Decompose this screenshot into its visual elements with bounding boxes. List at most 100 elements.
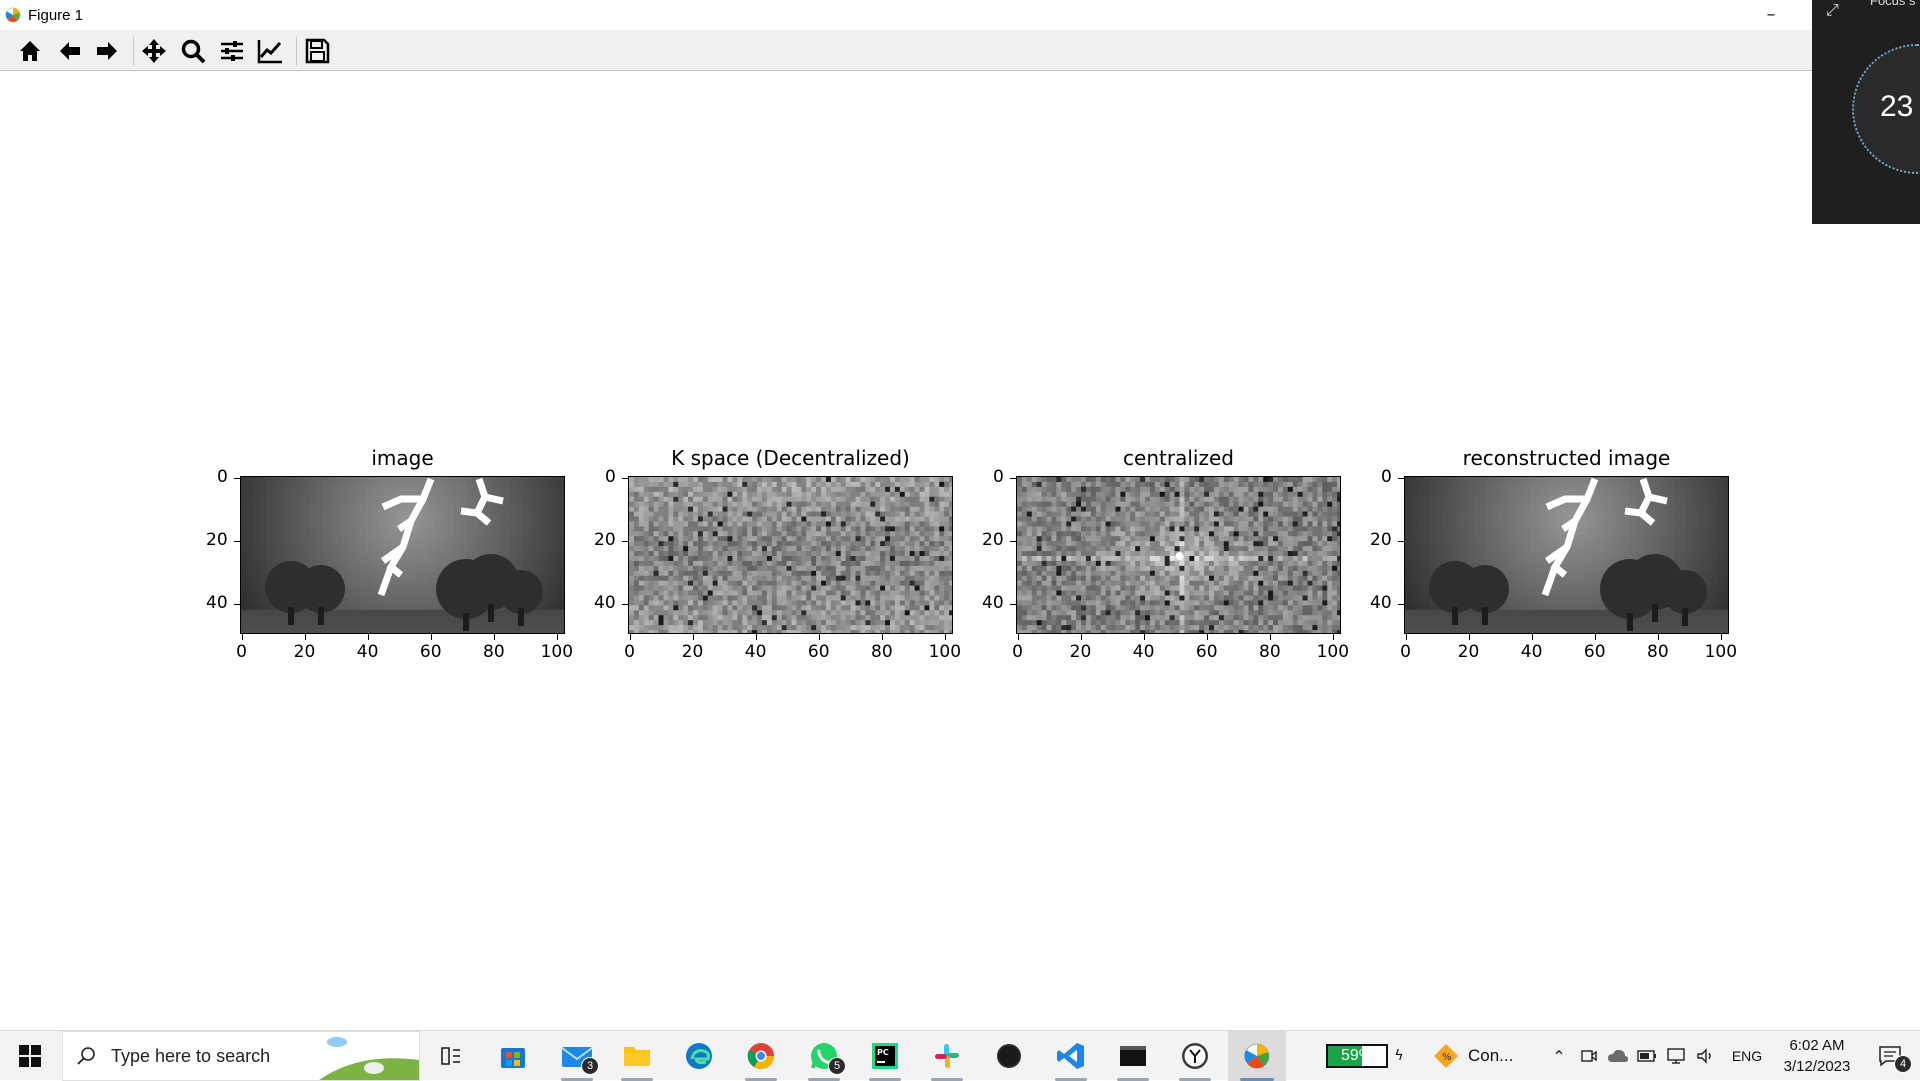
- terminal-button[interactable]: [1112, 1031, 1154, 1081]
- connection-label: Con...: [1468, 1046, 1513, 1066]
- whatsapp-button[interactable]: 5: [802, 1031, 846, 1081]
- y-tick-mark: [234, 478, 240, 479]
- battery-outline: 59%: [1326, 1044, 1388, 1068]
- figure-canvas[interactable]: image02040020406080100K space (Decentral…: [0, 72, 1812, 1030]
- slack-icon: [933, 1042, 961, 1070]
- x-tick-label: 20: [1070, 642, 1092, 662]
- show-hidden-icons-button[interactable]: ⌃: [1548, 1031, 1570, 1081]
- windows-logo-icon: [19, 1045, 41, 1067]
- x-tick-mark: [756, 634, 757, 640]
- x-tick-mark: [1532, 634, 1533, 640]
- terminal-icon: [1118, 1043, 1148, 1069]
- pycharm-button[interactable]: PC: [865, 1031, 905, 1081]
- microsoft-store-button[interactable]: [493, 1031, 533, 1081]
- x-tick-label: 0: [1400, 642, 1411, 662]
- navigation-toolbar: [0, 30, 1812, 71]
- save-button[interactable]: [300, 34, 334, 68]
- edge-browser-button[interactable]: [679, 1031, 719, 1081]
- battery-tray-icon[interactable]: [1636, 1031, 1658, 1081]
- expand-icon[interactable]: ⤢: [1826, 0, 1839, 20]
- x-tick-mark: [1721, 634, 1722, 640]
- y-tick-mark: [1398, 541, 1404, 542]
- charging-icon: ϟ: [1392, 1031, 1406, 1081]
- clock-datetime[interactable]: 6:02 AM 3/12/2023: [1772, 1031, 1862, 1081]
- x-tick-mark: [1270, 634, 1271, 640]
- matplotlib-figure-button[interactable]: [1228, 1031, 1286, 1081]
- chevron-up-icon: ⌃: [1552, 1047, 1565, 1066]
- cloud-icon: [1607, 1048, 1629, 1064]
- x-tick-label: 100: [1705, 642, 1737, 662]
- forward-button[interactable]: [90, 34, 124, 68]
- y-tick-label: 40: [594, 593, 616, 613]
- notification-center-button[interactable]: 4: [1866, 1031, 1914, 1081]
- connection-status[interactable]: % Con...: [1432, 1031, 1528, 1081]
- y-tick-mark: [622, 478, 628, 479]
- subplot-image: [629, 477, 953, 634]
- x-tick-mark: [630, 634, 631, 640]
- language-indicator[interactable]: ENG: [1726, 1031, 1768, 1081]
- x-tick-label: 60: [420, 642, 442, 662]
- task-view-button[interactable]: [433, 1031, 469, 1081]
- volume-icon[interactable]: [1694, 1031, 1718, 1081]
- slack-button[interactable]: [927, 1031, 967, 1081]
- minimize-button[interactable]: –: [1758, 2, 1784, 26]
- chrome-browser-button[interactable]: [740, 1031, 782, 1081]
- subplot-axes[interactable]: [1016, 476, 1341, 634]
- home-button[interactable]: [13, 34, 47, 68]
- battery-meter[interactable]: 59%: [1324, 1031, 1390, 1081]
- subplot-axes[interactable]: [628, 476, 953, 634]
- y-tick-label: 20: [1370, 530, 1392, 550]
- search-icon: [75, 1045, 97, 1067]
- pan-button[interactable]: [137, 34, 171, 68]
- subplot-axes[interactable]: [1404, 476, 1729, 634]
- x-tick-mark: [1333, 634, 1334, 640]
- y-tick-mark: [234, 604, 240, 605]
- zoom-magnifier-icon: [179, 37, 207, 65]
- x-tick-mark: [945, 634, 946, 640]
- x-tick-mark: [1144, 634, 1145, 640]
- x-tick-mark: [494, 634, 495, 640]
- file-explorer-button[interactable]: [617, 1031, 657, 1081]
- x-tick-label: 80: [871, 642, 893, 662]
- x-tick-label: 100: [929, 642, 961, 662]
- camera-icon: [1580, 1047, 1598, 1065]
- window-titlebar: Figure 1 –: [0, 0, 1812, 30]
- monitor-network-icon: [1666, 1047, 1686, 1065]
- y-tick-mark: [1398, 478, 1404, 479]
- edit-axis-button[interactable]: [253, 34, 287, 68]
- window-title: Figure 1: [28, 7, 83, 24]
- x-tick-mark: [1081, 634, 1082, 640]
- focus-title: Focus s: [1870, 0, 1916, 8]
- x-tick-label: 20: [682, 642, 704, 662]
- y-tick-label: 40: [206, 593, 228, 613]
- y-tick-label: 0: [993, 467, 1004, 487]
- x-tick-mark: [882, 634, 883, 640]
- onedrive-icon[interactable]: [1606, 1031, 1630, 1081]
- clock-app-button[interactable]: [1174, 1031, 1216, 1081]
- meet-now-icon[interactable]: [1578, 1031, 1600, 1081]
- taskbar-search-box[interactable]: Type here to search: [62, 1031, 420, 1081]
- toolbar-separator: [296, 36, 297, 66]
- network-icon[interactable]: [1664, 1031, 1688, 1081]
- back-arrow-icon: [56, 37, 84, 65]
- clock-icon: [1180, 1041, 1210, 1071]
- y-tick-label: 40: [1370, 593, 1392, 613]
- subplot-title: image: [240, 446, 565, 470]
- back-button[interactable]: [53, 34, 87, 68]
- x-tick-label: 40: [1521, 642, 1543, 662]
- x-tick-mark: [1595, 634, 1596, 640]
- subplot-axes[interactable]: [240, 476, 565, 634]
- focus-session-widget[interactable]: ⤢ Focus s 23 m: [1812, 0, 1920, 224]
- configure-subplots-button[interactable]: [215, 34, 249, 68]
- mail-button[interactable]: 3: [555, 1031, 599, 1081]
- x-tick-label: 0: [1012, 642, 1023, 662]
- vscode-button[interactable]: [1051, 1031, 1091, 1081]
- battery-icon: [1637, 1049, 1657, 1063]
- vpn-diamond-icon: %: [1432, 1042, 1460, 1070]
- y-tick-mark: [1010, 478, 1016, 479]
- configure-subplots-icon: [218, 37, 246, 65]
- zoom-button[interactable]: [176, 34, 210, 68]
- obs-button[interactable]: [989, 1031, 1029, 1081]
- start-button[interactable]: [10, 1031, 50, 1081]
- x-tick-label: 20: [294, 642, 316, 662]
